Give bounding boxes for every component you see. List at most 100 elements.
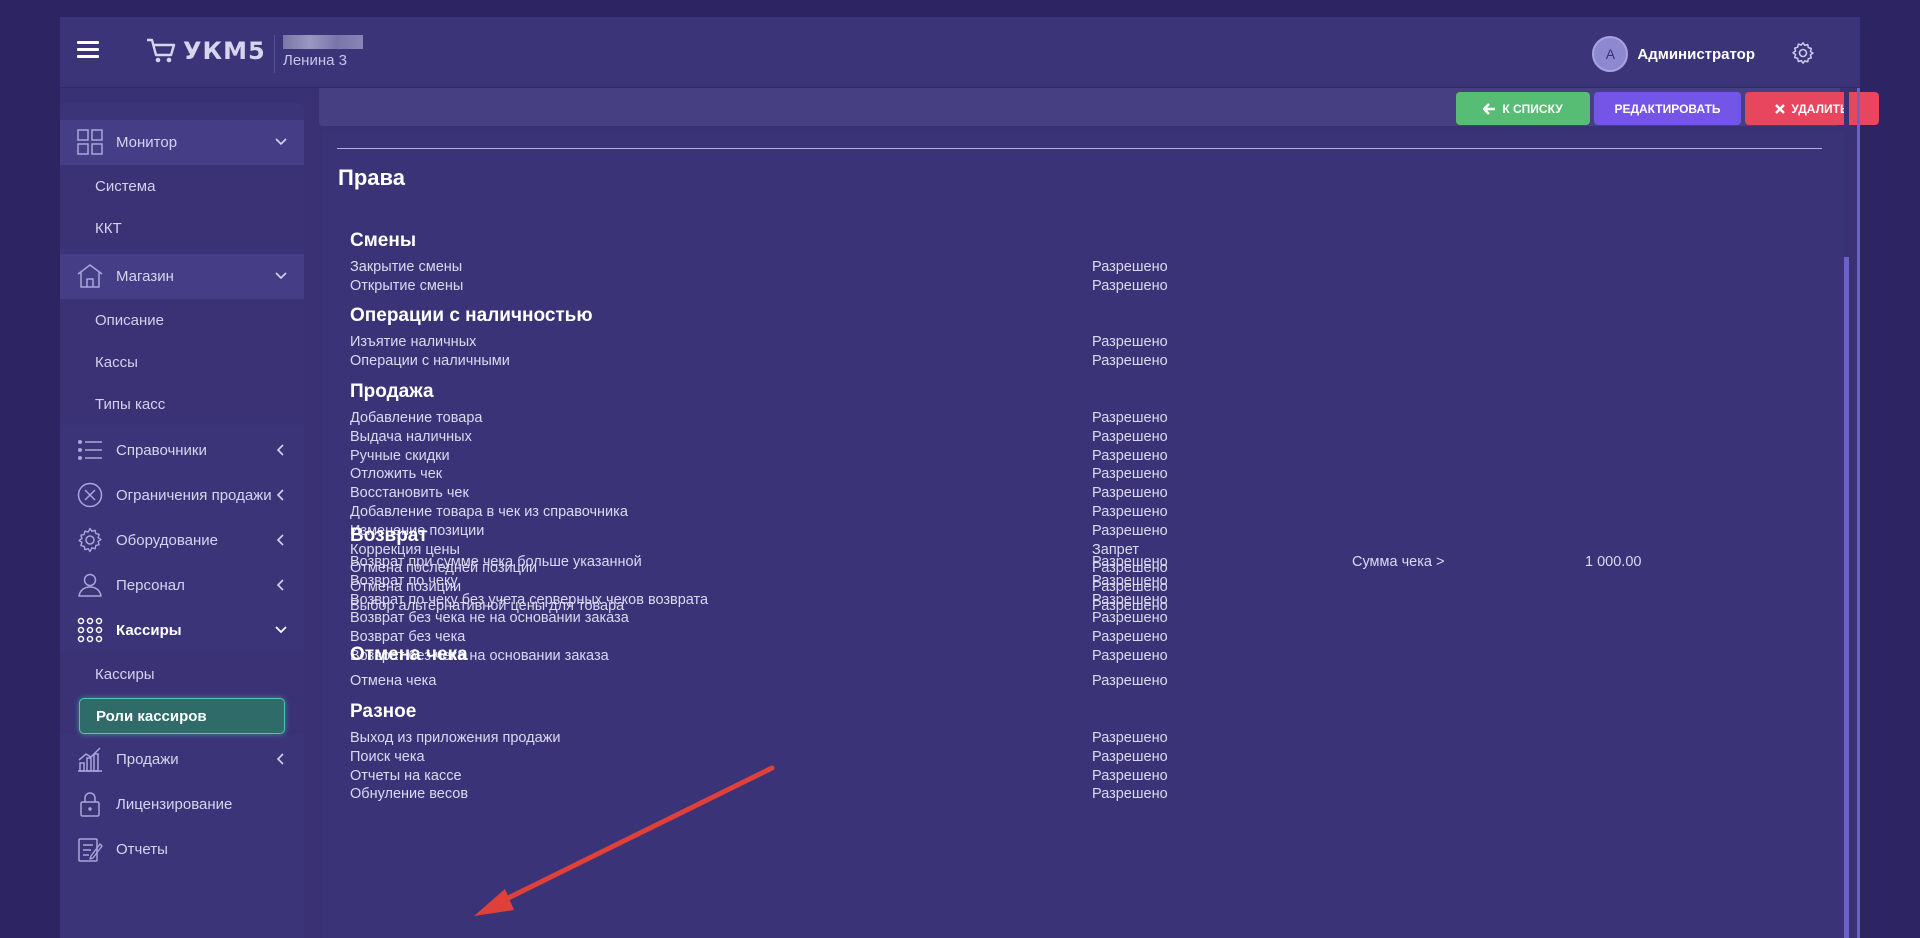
submenu-store: Описание Кассы Типы касс bbox=[60, 299, 304, 425]
permission-value: Разрешено bbox=[1092, 259, 1168, 275]
sidebar-item-label: Лицензирование bbox=[116, 796, 233, 813]
sidebar-item-staff[interactable]: Персонал bbox=[60, 563, 304, 608]
delete-button-label: УДАЛИТЬ bbox=[1791, 101, 1849, 116]
sidebar-item-directories[interactable]: Справочники bbox=[60, 428, 304, 473]
section-heading: Разное bbox=[350, 701, 417, 722]
permission-name: Возврат по чеку без учета серверных чеко… bbox=[350, 591, 709, 608]
sidebar-item-label: Магазин bbox=[116, 268, 174, 285]
sidebar-item-sale-restrictions[interactable]: Ограничения продажи bbox=[60, 473, 304, 518]
main-content: К СПИСКУ РЕДАКТИРОВАТЬ УДАЛИТЬ Права Сме… bbox=[319, 88, 1879, 938]
store-selector[interactable]: Ленина 3 bbox=[274, 35, 363, 73]
store-id-redacted bbox=[283, 35, 363, 49]
divider bbox=[337, 148, 1822, 149]
scrollbar-thumb[interactable] bbox=[1844, 257, 1849, 938]
permission-value: Разрешено bbox=[1092, 428, 1168, 445]
permission-name: Возврат без чека не на основании заказа bbox=[350, 610, 629, 627]
close-icon bbox=[1775, 103, 1786, 114]
permission-name: Закрытие смены bbox=[350, 259, 463, 275]
sidebar-item-licensing[interactable]: Лицензирование bbox=[60, 782, 304, 827]
permission-name: Открытие смены bbox=[350, 277, 464, 294]
edit-button[interactable]: РЕДАКТИРОВАТЬ bbox=[1594, 92, 1741, 125]
chevron-down-icon bbox=[275, 626, 287, 634]
permission-value: Разрешено bbox=[1092, 629, 1168, 646]
back-to-list-button[interactable]: К СПИСКУ bbox=[1456, 92, 1590, 125]
sidebar-item-store[interactable]: Магазин bbox=[60, 254, 304, 299]
permission-name: Отчеты на кассе bbox=[350, 767, 462, 784]
permission-value: Разрешено bbox=[1092, 572, 1168, 589]
sidebar-subitem-cashier-roles[interactable]: Роли кассиров bbox=[79, 698, 285, 734]
app-name: УКМ5 bbox=[183, 37, 266, 65]
chevron-down-icon bbox=[275, 272, 287, 280]
back-button-label: К СПИСКУ bbox=[1502, 101, 1563, 116]
permission-value: Разрешено bbox=[1092, 352, 1168, 369]
permission-value: Разрешено bbox=[1092, 504, 1168, 520]
sales-chart-icon bbox=[78, 747, 102, 772]
sidebar-subitem-description[interactable]: Описание bbox=[60, 299, 304, 341]
chevron-left-icon bbox=[276, 579, 284, 591]
chevron-left-icon bbox=[276, 753, 284, 765]
permission-value: Разрешено bbox=[1092, 334, 1168, 350]
permission-name: Возврат по чеку bbox=[350, 572, 458, 589]
sidebar-item-label: Отчеты bbox=[116, 841, 168, 858]
details-card: Права Смены Закрытие смены Разрешено Открыт… bbox=[322, 131, 1845, 938]
store-name: Ленина 3 bbox=[283, 52, 347, 69]
sidebar-subitem-system[interactable]: Система bbox=[60, 165, 304, 207]
permission-name: Добавление товара в чек из справочника bbox=[350, 504, 628, 520]
app-logo[interactable]: УКМ5 bbox=[145, 37, 266, 65]
section-heading: Возврат bbox=[350, 525, 428, 546]
section-heading: Продажа bbox=[350, 381, 434, 402]
permission-value: Разрешено bbox=[1092, 522, 1168, 539]
permission-value: Разрешено bbox=[1092, 767, 1168, 784]
person-icon bbox=[78, 573, 102, 597]
sidebar-item-label: Продажи bbox=[116, 751, 179, 768]
app-window: УКМ5 Ленина 3 А Администратор Монитор Си… bbox=[60, 17, 1879, 938]
permission-value: Разрешено bbox=[1092, 466, 1168, 483]
sidebar-item-label: Оборудование bbox=[116, 532, 219, 549]
equipment-gear-icon bbox=[78, 527, 102, 553]
permission-name: Выдача наличных bbox=[350, 428, 472, 445]
permission-name: Добавление товара bbox=[350, 410, 483, 426]
sidebar-item-monitor[interactable]: Монитор bbox=[60, 120, 304, 165]
permission-name: Операции с наличными bbox=[350, 352, 510, 369]
sidebar-subitem-cashiers[interactable]: Кассиры bbox=[60, 653, 304, 695]
arrow-left-icon bbox=[1483, 102, 1496, 115]
submenu-monitor: Система ККТ bbox=[60, 165, 304, 249]
hamburger-menu-icon[interactable] bbox=[77, 41, 99, 59]
permission-name: Ручные скидки bbox=[350, 447, 450, 464]
section-heading: Операции с наличностью bbox=[350, 305, 593, 326]
sidebar-item-cashiers[interactable]: Кассиры bbox=[60, 608, 304, 653]
sidebar-subitem-kkt[interactable]: ККТ bbox=[60, 207, 304, 249]
restriction-icon bbox=[77, 482, 103, 508]
settings-gear-icon[interactable] bbox=[1791, 41, 1815, 65]
sidebar-item-label: Ограничения продажи bbox=[116, 487, 272, 504]
section-heading: Отмена чека bbox=[350, 644, 468, 665]
permission-value: Разрешено bbox=[1092, 610, 1168, 627]
sidebar-item-reports[interactable]: Отчеты bbox=[60, 827, 304, 872]
action-toolbar: К СПИСКУ РЕДАКТИРОВАТЬ УДАЛИТЬ bbox=[319, 88, 1879, 126]
permission-value: Разрешено bbox=[1092, 485, 1168, 502]
sidebar-item-equipment[interactable]: Оборудование bbox=[60, 518, 304, 563]
page-title: Права bbox=[338, 165, 405, 190]
permission-value: Разрешено bbox=[1092, 673, 1168, 689]
sidebar-item-label: Монитор bbox=[116, 134, 178, 151]
permission-value: Разрешено bbox=[1092, 748, 1168, 765]
sidebar-item-sales[interactable]: Продажи bbox=[60, 737, 304, 782]
permission-extra-value: 1 000.00 bbox=[1585, 554, 1642, 570]
permission-value: Разрешено bbox=[1092, 410, 1168, 426]
sidebar-subitem-registers[interactable]: Кассы bbox=[60, 341, 304, 383]
submenu-cashiers: Кассиры Роли кассиров bbox=[60, 653, 304, 734]
permission-value: Разрешено bbox=[1092, 554, 1168, 570]
permission-name: Поиск чека bbox=[350, 748, 425, 765]
sidebar-item-label: Справочники bbox=[116, 442, 207, 459]
permission-name: Выход из приложения продажи bbox=[350, 730, 561, 746]
permission-name: Отмена чека bbox=[350, 673, 437, 689]
chevron-down-icon bbox=[275, 138, 287, 146]
permission-value: Разрешено bbox=[1092, 648, 1168, 664]
permission-name: Изъятие наличных bbox=[350, 334, 477, 350]
user-menu[interactable]: А Администратор bbox=[1592, 36, 1755, 72]
permission-value: Разрешено bbox=[1092, 786, 1168, 803]
reports-icon bbox=[78, 838, 103, 862]
list-icon bbox=[77, 439, 102, 461]
sidebar-subitem-register-types[interactable]: Типы касс bbox=[60, 383, 304, 425]
permission-name: Обнуление весов bbox=[350, 786, 469, 803]
